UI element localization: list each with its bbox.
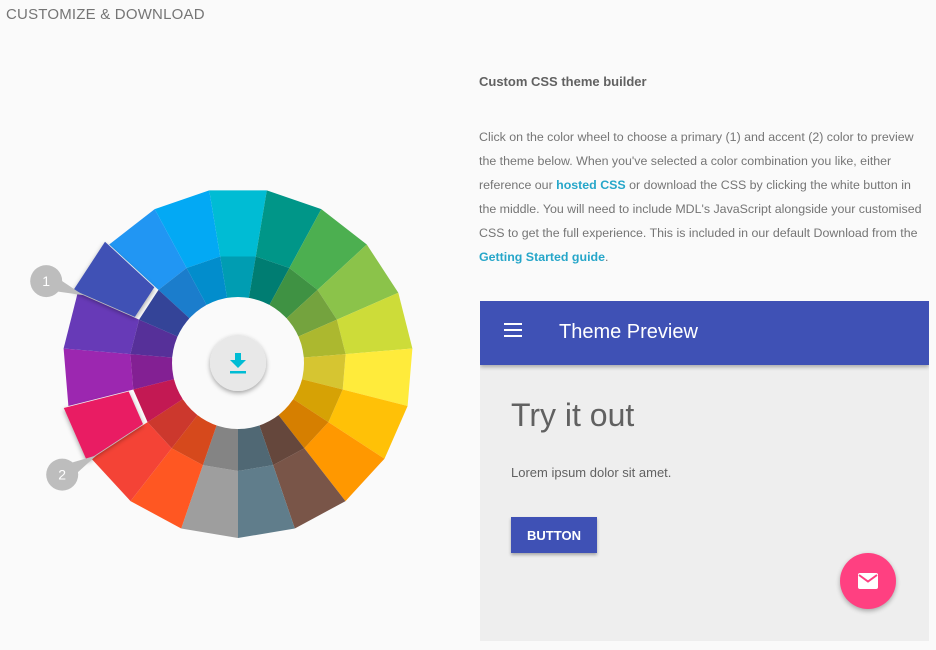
- menu-icon[interactable]: [504, 323, 524, 343]
- getting-started-link[interactable]: Getting Started guide: [479, 250, 605, 264]
- preview-button[interactable]: BUTTON: [511, 517, 597, 553]
- mail-fab-button[interactable]: [840, 553, 896, 609]
- preview-heading: Try it out: [511, 397, 635, 433]
- preview-body-text: Lorem ipsum dolor sit amet.: [511, 465, 672, 480]
- preview-app-bar: Theme Preview: [480, 301, 929, 365]
- mail-icon: [858, 573, 878, 589]
- primary-marker: 1: [30, 265, 84, 298]
- accent-marker: 2: [46, 455, 97, 491]
- color-wheel[interactable]: 12: [28, 188, 428, 538]
- builder-title: Custom CSS theme builder: [479, 74, 647, 89]
- hosted-css-link[interactable]: hosted CSS: [556, 178, 626, 192]
- primary-marker-label: 1: [42, 273, 50, 289]
- theme-preview: Theme Preview Try it out Lorem ipsum dol…: [480, 301, 929, 641]
- section-title: CUSTOMIZE & DOWNLOAD: [6, 6, 205, 23]
- accent-marker-label: 2: [58, 467, 66, 483]
- preview-title: Theme Preview: [559, 321, 698, 343]
- desc-text-3: .: [604, 250, 609, 264]
- builder-description: Click on the color wheel to choose a pri…: [479, 125, 931, 269]
